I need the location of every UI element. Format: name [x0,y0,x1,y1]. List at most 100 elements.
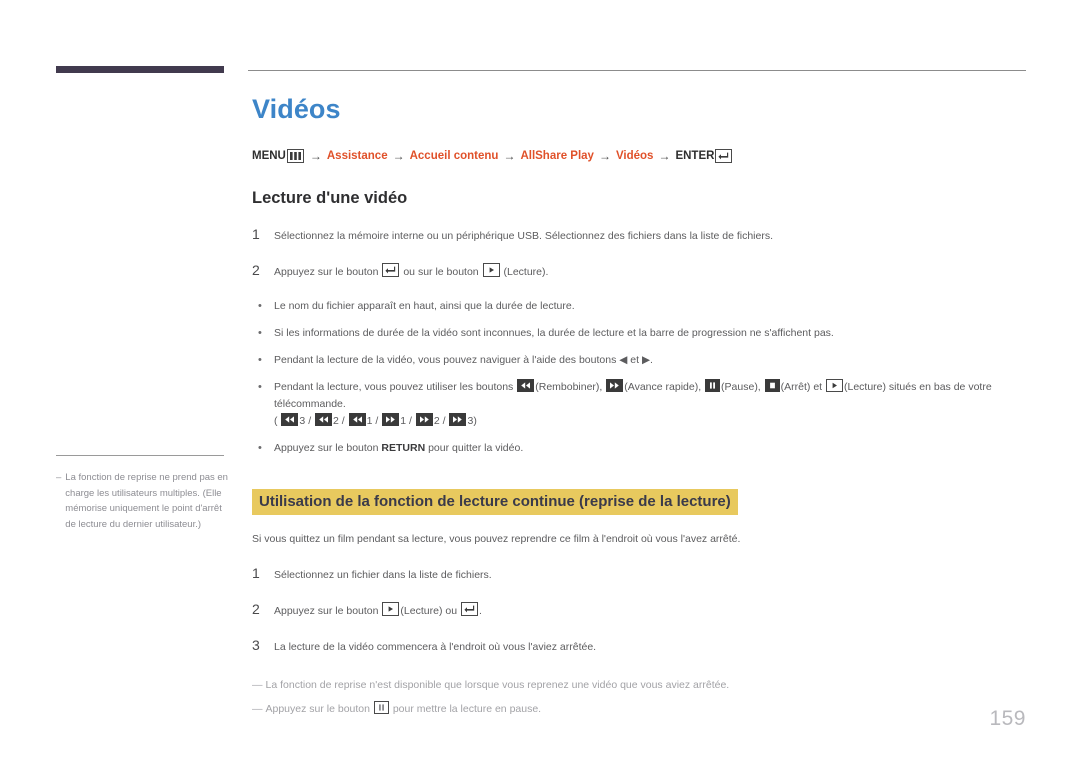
step-2-number: 2 [252,262,260,278]
footnote-2-text-before: Appuyez sur le bouton [265,703,371,715]
bullet-dot: • [258,327,262,339]
fast-forward-icon [449,413,467,426]
resume-step-2: 2 Appuyez sur le bouton (Lecture) ou . [252,601,1038,619]
bullet-3-text: Pendant la lecture de la vidéo, vous pou… [274,352,653,369]
highlight-heading-wrapper: Utilisation de la fonction de lecture co… [248,467,1038,531]
footnote-1: ― La fonction de reprise n'est disponibl… [252,677,1038,693]
footnote-2-text: Appuyez sur le bouton pour mettre la lec… [265,701,542,717]
speed-value-4: 1 [400,415,407,427]
play-icon [382,602,400,616]
speed-sequence: ( 3 / 2 / 1 / 1 / 2 / 3) [274,413,477,427]
side-note-text: La fonction de reprise ne prend pas en c… [65,472,228,530]
fast-forward-icon [606,379,624,392]
breadcrumb-enter-label: ENTER [675,150,715,162]
bullet-4-label-ff: (Avance rapide), [624,381,702,393]
forward-nav-glyph: ▶ [641,354,651,366]
bullet-dot: • [258,354,262,366]
step-1-text: Sélectionnez la mémoire interne ou un pé… [274,230,774,242]
footnote-dash: ― [252,703,263,715]
page-number: 159 [989,707,1026,730]
breadcrumb-arrow-4: → [598,149,611,163]
breadcrumb-menu-label: MENU [252,150,286,162]
step-2-text: Appuyez sur le bouton ou sur le bouton (… [274,263,548,280]
bullet-5-text-before: Appuyez sur le bouton [274,442,379,454]
bullet-dot: • [258,442,262,454]
step-1-number: 1 [252,226,260,242]
bullet-item-2: • Si les informations de durée de la vid… [252,325,1038,342]
bullet-4-text: Pendant la lecture, vous pouvez utiliser… [274,379,1038,430]
footnote-2-text-after: pour mettre la lecture en pause. [392,703,542,715]
bullet-1-text: Le nom du fichier apparaît en haut, ains… [274,300,575,312]
speed-sep-4: / [409,415,412,427]
breadcrumb-arrow-1: → [309,149,322,163]
bullet-dot: • [258,381,262,393]
speed-value-1: 3 [299,415,306,427]
bullet-item-3: • Pendant la lecture de la vidéo, vous p… [252,352,1038,369]
rewind-nav-glyph: ◀ [619,354,628,366]
step-2-text-before: Appuyez sur le bouton [274,266,379,278]
highlight-heading: Utilisation de la fonction de lecture co… [252,489,738,515]
resume-step-1-text: Sélectionnez un fichier dans la liste de… [274,569,492,581]
section-heading: Lecture d'une vidéo [252,189,408,207]
bullet-dot: • [258,300,262,312]
stop-icon [764,379,780,392]
speed-sep-1: / [308,415,312,427]
rewind-icon [315,413,333,426]
resume-step-2-text: Appuyez sur le bouton (Lecture) ou . [274,602,482,619]
resume-step-1: 1 Sélectionnez un fichier dans la liste … [252,565,1038,583]
enter-key-icon [715,149,733,163]
fast-forward-icon [415,413,433,426]
bullet-5-text-after: pour quitter la vidéo. [428,442,524,454]
breadcrumb-item-allshare-play[interactable]: AllShare Play [520,150,594,162]
footnote-list: ― La fonction de reprise n'est disponibl… [252,677,1038,717]
pause-icon [705,379,721,392]
bullet-2-text: Si les informations de durée de la vidéo… [274,327,834,339]
bullet-item-1: • Le nom du fichier apparaît en haut, ai… [252,298,1038,315]
header-accent-bar [56,66,224,73]
footnote-dash: ― [252,679,263,691]
bullet-3-text-before: Pendant la lecture de la vidéo, vous pou… [274,354,617,366]
bullet-item-5: • Appuyez sur le bouton RETURN pour quit… [252,440,1038,457]
rewind-icon [281,413,299,426]
speed-sep-3: / [375,415,379,427]
breadcrumb-item-assistance[interactable]: Assistance [327,150,388,162]
play-icon [826,379,843,392]
menu-bars-icon [286,149,304,163]
speed-sep-5: / [442,415,446,427]
resume-step-3: 3 La lecture de la vidéo commencera à l'… [252,637,1038,655]
return-button-label: RETURN [381,442,426,454]
breadcrumb-arrow-2: → [392,149,405,163]
breadcrumb-item-videos[interactable]: Vidéos [616,150,654,162]
speed-close-paren: ) [473,415,477,427]
speed-value-3: 1 [366,415,373,427]
resume-step-3-text: La lecture de la vidéo commencera à l'en… [274,641,597,653]
rewind-icon [517,379,535,392]
speed-value-2: 2 [333,415,339,427]
side-note: – La fonction de reprise ne prend pas en… [56,455,228,532]
main-content: Vidéos MENU → Assistance → Accueil conte… [248,94,1038,725]
bullet-5-text: Appuyez sur le bouton RETURN pour quitte… [274,440,523,457]
resume-step-1-number: 1 [252,565,260,581]
side-note-dash: – [56,472,62,483]
resume-step-2-text-mid: (Lecture) ou [400,605,458,617]
footnote-2: ― Appuyez sur le bouton pour mettre la l… [252,701,1038,717]
breadcrumb-item-accueil-contenu[interactable]: Accueil contenu [410,150,499,162]
pause-icon [373,701,389,714]
footnote-1-text: La fonction de reprise n'est disponible … [265,679,730,691]
resume-step-2-text-before: Appuyez sur le bouton [274,605,379,617]
bullet-4-text-before: Pendant la lecture, vous pouvez utiliser… [274,381,514,393]
breadcrumb: MENU → Assistance → Accueil contenu → Al… [252,149,1038,163]
resume-step-2-text-after: . [478,605,482,617]
step-2: 2 Appuyez sur le bouton ou sur le bouton… [252,262,1038,280]
breadcrumb-arrow-3: → [503,149,516,163]
bullet-4-label-pause: (Pause), [721,381,761,393]
fast-forward-icon [382,413,400,426]
step-2-text-after: (Lecture). [503,266,549,278]
speed-open-paren: ( [274,415,278,427]
bullet-4-label-rewind: (Rembobiner), [535,381,603,393]
page-title: Vidéos [252,94,341,124]
side-note-divider [56,455,224,456]
resume-step-2-number: 2 [252,601,260,617]
play-icon [482,263,500,277]
step-2-text-mid: ou sur le bouton [403,266,479,278]
